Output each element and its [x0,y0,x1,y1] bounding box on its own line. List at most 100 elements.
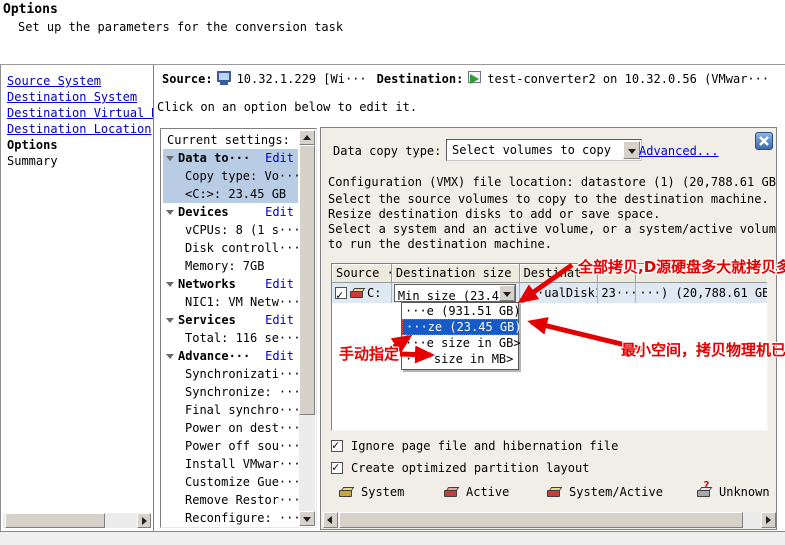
scroll-down-button[interactable] [299,511,315,526]
volume-name: C: [367,283,381,303]
settings-section-devices[interactable]: DevicesEdit [163,203,298,221]
settings-item[interactable]: Total: 116 se··· [163,329,298,347]
system-active-disk-icon [350,287,367,299]
wizard-steps-sidebar: Source System Destination System Destina… [0,65,154,532]
current-settings-panel: Current settings: Data to···Edit Copy ty… [160,128,317,528]
panel-horizontal-scrollbar[interactable] [323,512,776,528]
settings-vertical-scrollbar[interactable] [299,130,315,526]
settings-item[interactable]: Final synchro··· [163,401,298,419]
destination-size-dropdown-list: ···e (931.51 GB) ···ze (23.45 GB) ···e s… [401,302,519,370]
sidebar-item-destination-location[interactable]: Destination Location [7,122,152,136]
settings-item[interactable]: Reconfigure: ··· [163,509,298,525]
settings-item[interactable]: Install VMwar··· [163,455,298,473]
system-active-disk-icon [547,486,564,498]
dropdown-option-type-size-mb[interactable]: ··· size in MB> [402,351,518,367]
data-copy-type-select[interactable]: Select volumes to copy [446,139,642,161]
data-to-copy-panel: Data copy type: Select volumes to copy A… [320,127,777,530]
destination-size-value: Min size (23.4 [398,286,499,303]
settings-item[interactable]: Disk controll··· [163,239,298,257]
scrollbar-thumb[interactable] [299,145,315,415]
ignore-pagefile-label: Ignore page file and hibernation file [351,439,618,453]
description-line: Resize destination disks to add or save … [328,207,660,221]
collapse-triangle-icon[interactable] [166,156,174,161]
disk-legend: System Active System/Active Unknown [321,485,777,503]
sidebar-item-destination-virtual-machine[interactable]: Destination Virtual M [7,106,154,120]
active-disk-icon [444,486,461,498]
settings-section-services[interactable]: ServicesEdit [163,311,298,329]
size-cell: 23··· [598,283,636,303]
ignore-pagefile-checkbox[interactable] [331,440,343,452]
settings-item[interactable]: Remove Restor··· [163,491,298,509]
column-header-destination-size[interactable]: Destination size [392,264,520,283]
settings-item[interactable]: Memory: 7GB [163,257,298,275]
arrow-right-icon [766,516,771,524]
arrow-down-icon [303,517,311,522]
destination-label: Destination: [377,72,464,86]
destination-size-select[interactable]: Min size (23.4 [394,284,516,302]
settings-section-data-to-copy[interactable]: Data to···Edit [163,149,298,167]
arrow-right-icon [142,517,147,525]
scroll-right-button[interactable] [761,512,776,528]
scroll-left-button[interactable] [323,512,338,528]
scroll-up-button[interactable] [299,130,315,145]
settings-item[interactable]: Synchronizati··· [163,365,298,383]
sidebar-item-source-system[interactable]: Source System [7,74,101,88]
close-button[interactable] [755,132,773,150]
chevron-down-icon [503,292,511,297]
volume-checkbox[interactable] [335,287,347,299]
dropdown-option-type-size-gb[interactable]: ···e size in GB> [402,335,518,351]
scrollbar-thumb[interactable] [339,512,743,528]
unknown-disk-icon [697,486,714,498]
converter-options-screen: Options Set up the parameters for the co… [0,0,785,545]
sidebar-horizontal-scrollbar[interactable] [3,513,151,528]
legend-label-unknown: Unknown [719,485,770,499]
source-computer-icon [217,71,233,86]
settings-item[interactable]: vCPUs: 8 (1 s··· [163,221,298,239]
settings-item[interactable]: Synchronize: ··· [163,383,298,401]
optimized-partition-checkbox[interactable] [331,462,343,474]
settings-item[interactable]: Customize Gue··· [163,473,298,491]
vmx-location-text: Configuration (VMX) file location: datas… [328,175,777,189]
system-disk-icon [339,486,356,498]
collapse-triangle-icon[interactable] [166,282,174,287]
edit-link[interactable]: Edit [265,203,294,221]
destination-vm-icon [467,71,483,86]
page-title: Options [3,2,58,17]
sidebar-item-destination-system[interactable]: Destination System [7,90,137,104]
legend-label-active: Active [466,485,509,499]
description-line: Select a system and an active volume, or… [328,222,777,236]
scrollbar-thumb[interactable] [5,513,105,528]
chevron-down-icon [628,149,636,154]
dropdown-option-maintain-size[interactable]: ···e (931.51 GB) [402,303,518,319]
dropdown-button[interactable] [499,285,515,301]
settings-item[interactable]: NIC1: VM Netw··· [163,293,298,311]
settings-item[interactable]: Power off sou··· [163,437,298,455]
dropdown-button[interactable] [623,141,640,159]
edit-link[interactable]: Edit [265,275,294,293]
destination-value: test-converter2 on 10.32.0.56 (VMwar··· [487,72,769,86]
scroll-right-button[interactable] [137,513,151,528]
settings-list: Data to···Edit Copy type: Vo··· <C:>: 23… [163,149,298,525]
settings-item[interactable]: Copy type: Vo··· [163,167,298,185]
settings-section-networks[interactable]: NetworksEdit [163,275,298,293]
edit-link[interactable]: Edit [265,149,294,167]
destination-disk-cell: ···ualDisk1 [520,283,599,303]
source-label: Source: [162,72,213,86]
collapse-triangle-icon[interactable] [166,318,174,323]
description-line: to run the destination machine. [328,237,552,251]
edit-hint-text: Click on an option below to edit it. [157,100,417,114]
dropdown-option-min-size[interactable]: ···ze (23.45 GB) [402,319,518,335]
settings-item[interactable]: <C:>: 23.45 GB [163,185,298,203]
arrow-up-icon [303,135,311,140]
advanced-link[interactable]: Advanced... [639,144,718,158]
volume-row-c[interactable]: C: Min size (23.4 ···ualDisk1 23··· ···)… [332,283,767,303]
collapse-triangle-icon[interactable] [166,354,174,359]
column-header-source[interactable]: Source ··· [332,264,392,283]
settings-item[interactable]: Power on dest··· [163,419,298,437]
collapse-triangle-icon[interactable] [166,210,174,215]
description-line: Select the source volumes to copy to the… [328,192,769,206]
settings-section-advanced[interactable]: Advance···Edit [163,347,298,365]
current-settings-title: Current settings: [167,133,290,147]
edit-link[interactable]: Edit [265,311,294,329]
edit-link[interactable]: Edit [265,347,294,365]
